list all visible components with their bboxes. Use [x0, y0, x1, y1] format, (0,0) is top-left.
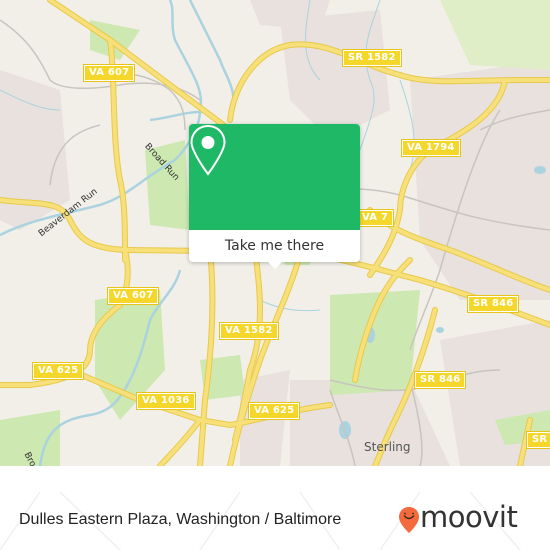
- road-shield-va1582: VA 1582: [219, 322, 279, 340]
- road-shield-va607-north: VA 607: [82, 64, 136, 82]
- road-shield-va625-west: VA 625: [31, 362, 85, 380]
- location-title: Dulles Eastern Plaza, Washington / Balti…: [19, 511, 342, 528]
- road-shield-sr846-east: SR 846: [466, 295, 520, 313]
- map[interactable]: VA 607 SR 1582 VA 1794 VA 7 VA 607 VA 15…: [0, 0, 550, 466]
- road-shield-va607-south: VA 607: [106, 287, 160, 305]
- road-shield-va7: VA 7: [355, 209, 395, 227]
- take-me-there-button[interactable]: Take me there: [189, 230, 360, 262]
- road-shield-sr1582: SR 1582: [342, 49, 402, 67]
- place-label-sterling: Sterling: [364, 440, 411, 454]
- popup-pointer: [268, 262, 282, 269]
- road-shield-va625-east: VA 625: [247, 402, 301, 420]
- road-shield-sr846-mid: SR 846: [413, 371, 467, 389]
- moovit-wordmark[interactable]: moovit: [420, 500, 518, 534]
- moovit-logo-icon: [399, 507, 419, 533]
- popup-header: [189, 124, 360, 230]
- location-popup[interactable]: Take me there: [189, 124, 360, 269]
- road-shield-va1036: VA 1036: [136, 392, 196, 410]
- road-shield-sr-southeast: SR: [525, 431, 550, 449]
- footer: Dulles Eastern Plaza, Washington / Balti…: [0, 492, 550, 550]
- road-shield-va1794: VA 1794: [401, 139, 461, 157]
- map-pin-icon: [190, 124, 226, 176]
